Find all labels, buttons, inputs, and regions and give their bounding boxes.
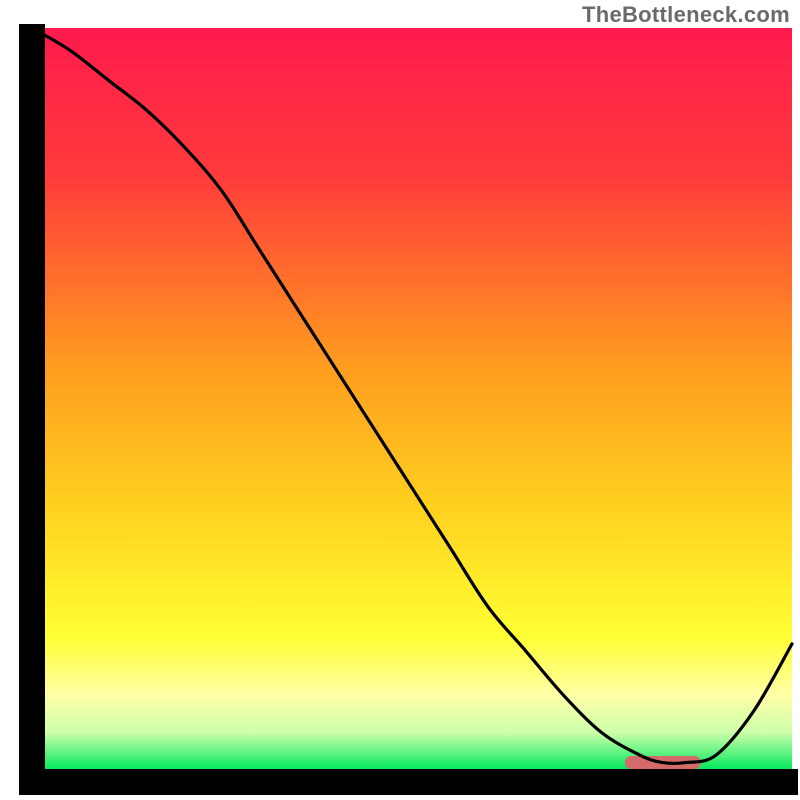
chart-stage: TheBottleneck.com [0,0,800,800]
chart-svg [0,0,800,800]
watermark-text: TheBottleneck.com [582,2,790,28]
plot-background [32,28,792,770]
